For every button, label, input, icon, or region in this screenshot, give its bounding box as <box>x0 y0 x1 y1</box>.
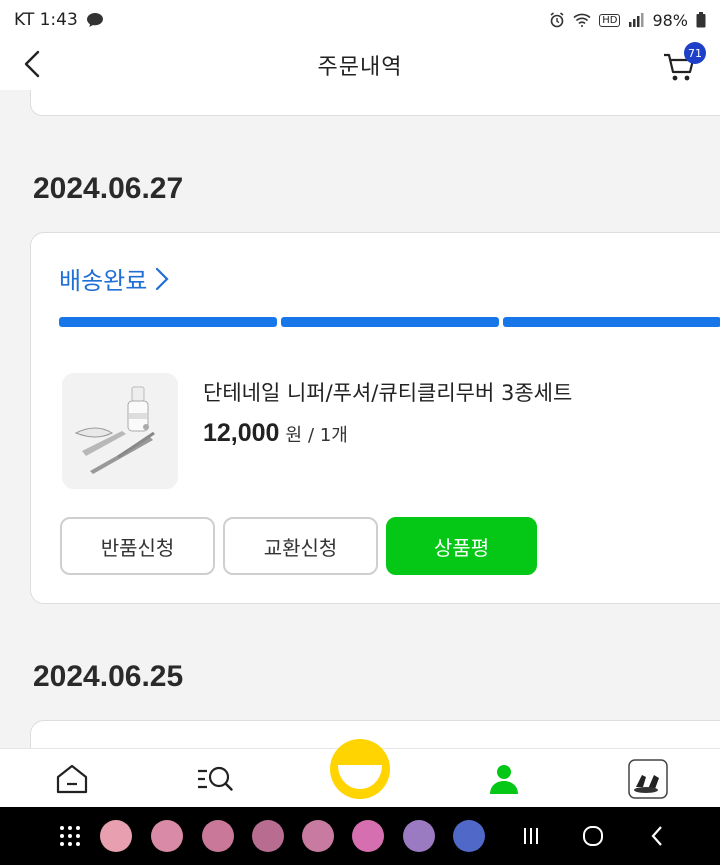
chevron-right-icon <box>156 267 169 290</box>
cart-button[interactable]: 71 <box>660 42 708 86</box>
nav-recent-product[interactable] <box>628 759 668 799</box>
system-back-button[interactable] <box>642 821 672 851</box>
back-button[interactable] <box>14 46 50 82</box>
progress-step <box>503 317 720 327</box>
product-name[interactable]: 단테네일 니퍼/푸셔/큐티클리무버 3종세트 <box>203 377 572 407</box>
delivery-status-link[interactable]: 배송완료 <box>59 261 169 296</box>
recent-apps-button[interactable] <box>516 821 546 851</box>
status-bar: KT 1:43 HD 98% <box>0 0 720 40</box>
page-title: 주문내역 <box>317 55 403 80</box>
search-list-icon <box>198 766 233 791</box>
gallery-app-icon[interactable] <box>352 820 384 852</box>
app-drawer-button[interactable] <box>55 821 85 851</box>
wifi-icon <box>573 13 591 27</box>
product-price: 12,000 <box>203 419 280 447</box>
write-review-button[interactable]: 상품평 <box>386 517 537 575</box>
return-request-button[interactable]: 반품신청 <box>60 517 215 575</box>
clock-app-icon[interactable] <box>151 820 183 852</box>
nail-tool-set-image <box>62 373 178 489</box>
nav-search[interactable] <box>196 759 236 799</box>
multi-window-app-icon[interactable] <box>202 820 234 852</box>
order-date: 2024.06.25 <box>33 660 184 693</box>
previous-order-card <box>30 90 720 116</box>
nav-center-tab[interactable] <box>330 739 390 799</box>
chat-bubble-icon <box>86 13 103 27</box>
system-nav-bar <box>0 807 720 865</box>
order-actions: 반품신청 교환신청 상품평 <box>60 517 537 575</box>
progress-step <box>281 317 499 327</box>
carrier-time: KT 1:43 <box>14 10 78 30</box>
order-date: 2024.06.27 <box>33 172 184 205</box>
grid-dots-icon <box>60 826 80 846</box>
nav-home[interactable] <box>52 759 92 799</box>
home-button[interactable] <box>578 821 608 851</box>
smile-face-icon <box>338 765 382 789</box>
hd-badge: HD <box>599 13 621 27</box>
bottom-nav <box>0 739 720 807</box>
signal-icon <box>629 13 644 27</box>
phone-app-icon[interactable] <box>100 820 132 852</box>
product-thumbnail[interactable] <box>62 373 178 489</box>
chevron-left-icon <box>24 50 40 78</box>
home-icon <box>56 764 88 794</box>
delivery-progress-bar <box>59 317 720 327</box>
my-page-person-icon <box>490 765 518 794</box>
battery-percent: 98% <box>652 10 688 30</box>
order-list[interactable]: 2024.06.27 배송완료 단테네일 니퍼/푸셔/큐티클리무버 3종세트 1… <box>0 90 720 748</box>
currency-unit: 원 <box>285 425 303 446</box>
order-card: 배송완료 단테네일 니퍼/푸셔/큐티클리무버 3종세트 12,000 원 / 1… <box>30 232 720 604</box>
delivery-status-label: 배송완료 <box>59 267 148 295</box>
back-arrow-icon <box>651 826 662 846</box>
tetris-app-icon[interactable] <box>453 820 485 852</box>
camera-app-icon[interactable] <box>302 820 334 852</box>
product-quantity: / 1개 <box>308 425 348 446</box>
home-circle-icon <box>583 826 603 846</box>
battery-icon <box>696 12 706 28</box>
app-header: 주문내역 71 <box>0 40 720 90</box>
recent-apps-icon <box>524 828 538 844</box>
progress-step <box>59 317 277 327</box>
alarm-icon <box>550 12 564 28</box>
game-app-icon[interactable] <box>403 820 435 852</box>
recent-product-icon <box>628 759 668 799</box>
price-line: 12,000 원 / 1개 <box>203 419 348 448</box>
nav-my-page[interactable] <box>484 759 524 799</box>
cart-count-badge: 71 <box>684 42 706 64</box>
exchange-request-button[interactable]: 교환신청 <box>223 517 378 575</box>
more-app-icon[interactable] <box>252 820 284 852</box>
